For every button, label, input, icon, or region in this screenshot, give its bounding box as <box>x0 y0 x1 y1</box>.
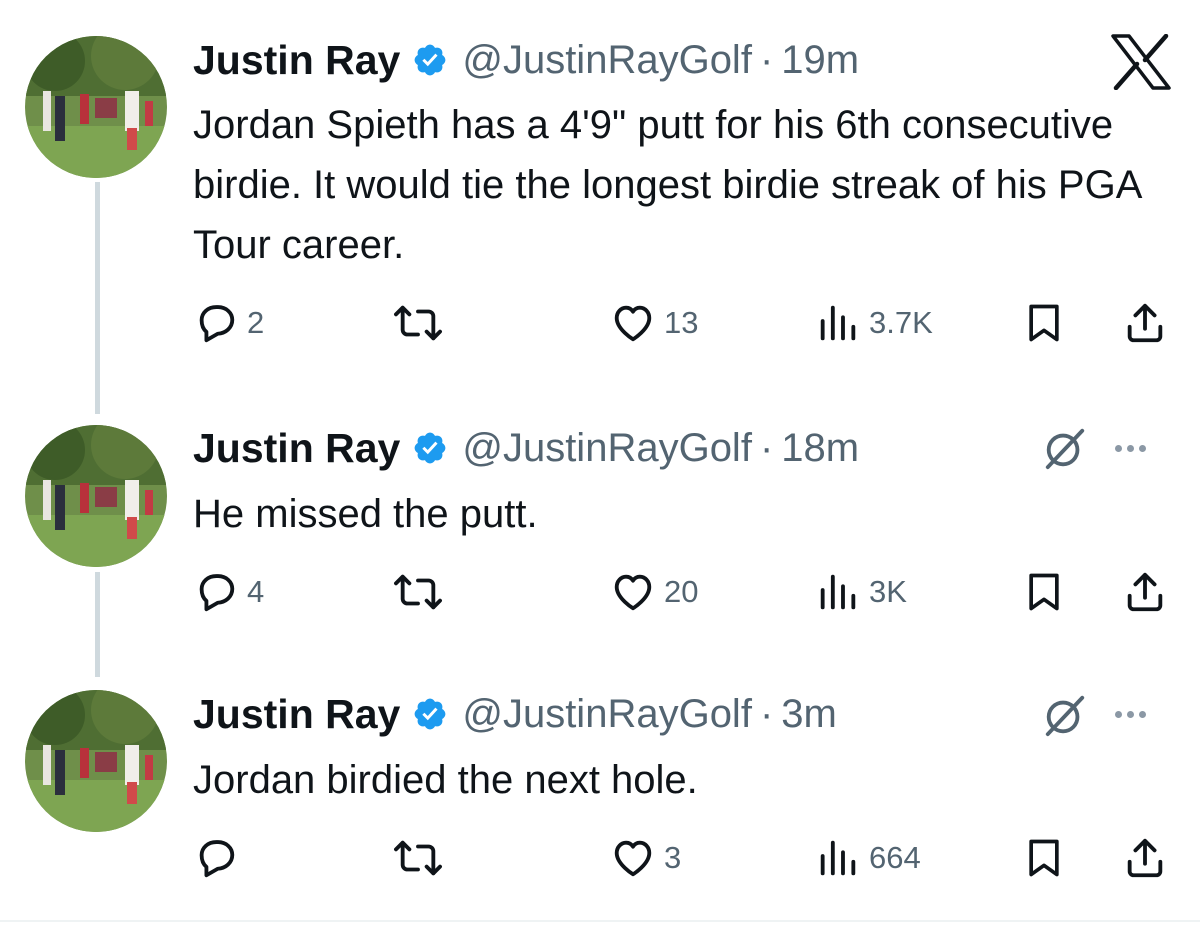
views-count: 664 <box>869 840 921 875</box>
action-bar: 3 664 <box>0 828 1200 888</box>
like-count: 3 <box>664 840 682 875</box>
timestamp[interactable]: 19m <box>781 38 859 83</box>
repost-button[interactable] <box>393 562 451 622</box>
share-button[interactable] <box>1122 293 1168 353</box>
separator-dot: · <box>759 691 774 736</box>
divider <box>0 920 1200 922</box>
share-icon <box>1122 835 1168 881</box>
views-chart-icon <box>815 835 861 881</box>
reply-icon <box>193 300 239 346</box>
separator-dot: · <box>759 37 774 82</box>
reply-icon <box>193 835 239 881</box>
author-handle[interactable]: @JustinRayGolf <box>462 426 752 471</box>
bookmark-icon <box>1022 835 1066 881</box>
tweet-text: He missed the putt. <box>193 492 538 536</box>
reply-button[interactable] <box>193 828 247 888</box>
bookmark-icon <box>1022 300 1066 346</box>
like-button[interactable]: 20 <box>610 562 698 622</box>
share-button[interactable] <box>1122 828 1168 888</box>
views-button[interactable]: 3.7K <box>815 293 933 353</box>
share-icon <box>1122 300 1168 346</box>
heart-icon <box>610 300 656 346</box>
heart-icon <box>610 835 656 881</box>
reply-icon <box>193 569 239 615</box>
grok-icon[interactable] <box>1042 425 1088 471</box>
tweet-text: Jordan Spieth has a 4'9" putt for his 6t… <box>193 103 1141 267</box>
like-button[interactable]: 13 <box>610 293 698 353</box>
action-bar: 2 13 3.7K <box>0 293 1200 353</box>
avatar[interactable] <box>25 690 167 832</box>
bookmark-button[interactable] <box>1022 828 1066 888</box>
repost-icon <box>393 569 443 615</box>
share-icon <box>1122 569 1168 615</box>
share-button[interactable] <box>1122 562 1168 622</box>
views-button[interactable]: 664 <box>815 828 921 888</box>
repost-icon <box>393 835 443 881</box>
timestamp[interactable]: 18m <box>781 426 859 471</box>
views-count: 3.7K <box>869 305 933 340</box>
reply-count: 4 <box>247 574 265 609</box>
author-name[interactable]: Justin Ray <box>193 425 400 472</box>
grok-icon[interactable] <box>1042 692 1088 738</box>
action-bar: 4 20 3K <box>0 562 1200 622</box>
author-handle[interactable]: @JustinRayGolf <box>462 38 752 83</box>
repost-button[interactable] <box>393 293 451 353</box>
tweet-text: Jordan birdied the next hole. <box>193 758 698 802</box>
like-button[interactable]: 3 <box>610 828 681 888</box>
reply-button[interactable]: 2 <box>193 293 264 353</box>
views-button[interactable]: 3K <box>815 562 907 622</box>
timestamp[interactable]: 3m <box>781 692 837 737</box>
verified-badge-icon <box>412 696 448 732</box>
bookmark-icon <box>1022 569 1066 615</box>
bookmark-button[interactable] <box>1022 293 1066 353</box>
reply-button[interactable]: 4 <box>193 562 264 622</box>
repost-button[interactable] <box>393 828 451 888</box>
verified-badge-icon <box>412 430 448 466</box>
avatar[interactable] <box>25 36 167 178</box>
author-name[interactable]: Justin Ray <box>193 691 400 738</box>
views-count: 3K <box>869 574 907 609</box>
like-count: 13 <box>664 305 699 340</box>
avatar[interactable] <box>25 425 167 567</box>
more-options-icon[interactable] <box>1115 711 1146 718</box>
heart-icon <box>610 569 656 615</box>
verified-badge-icon <box>412 42 448 78</box>
views-chart-icon <box>815 569 861 615</box>
more-options-icon[interactable] <box>1115 445 1146 452</box>
reply-count: 2 <box>247 305 265 340</box>
like-count: 20 <box>664 574 699 609</box>
views-chart-icon <box>815 300 861 346</box>
author-handle[interactable]: @JustinRayGolf <box>462 692 752 737</box>
separator-dot: · <box>759 425 774 470</box>
x-logo-icon[interactable] <box>1110 33 1172 95</box>
bookmark-button[interactable] <box>1022 562 1066 622</box>
repost-icon <box>393 300 443 346</box>
author-name[interactable]: Justin Ray <box>193 37 400 84</box>
